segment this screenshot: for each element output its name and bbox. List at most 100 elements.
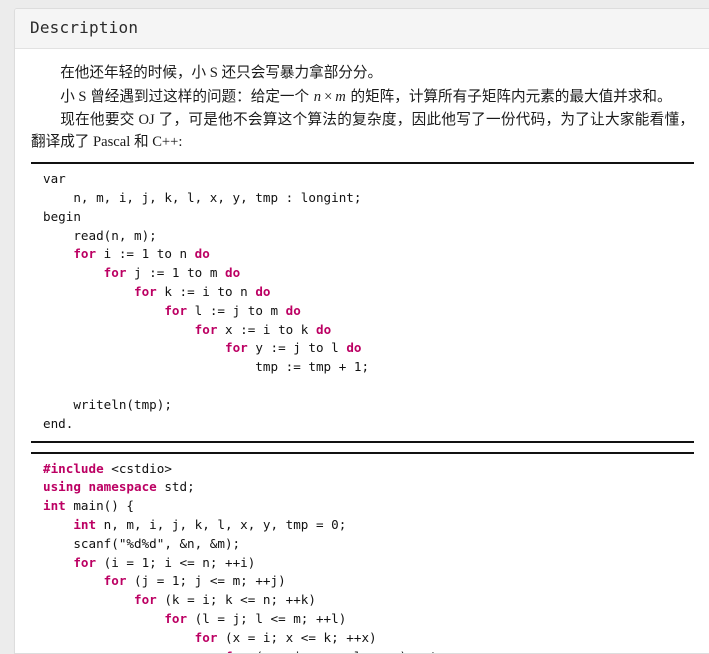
code-text — [43, 592, 134, 607]
code-line: n, m, i, j, k, l, x, y, tmp : longint; — [43, 190, 361, 205]
code-keyword: do — [195, 246, 210, 261]
code-text — [43, 555, 73, 570]
code-text — [43, 611, 164, 626]
text-run: 现在他要交 OJ 了，可是他不会算这个算法的复杂度，因此他写了一份代码，为了让大… — [31, 112, 694, 149]
code-line: writeln(tmp); — [43, 397, 172, 412]
code-keyword: using namespace — [43, 479, 157, 494]
code-text: <cstdio> — [104, 461, 172, 476]
description-paragraph: 小 S 曾经遇到过这样的问题：给定一个 n×m 的矩阵，计算所有子矩阵内元素的最… — [31, 87, 694, 108]
description-panel: Description 在他还年轻的时候，小 S 还只会写暴力拿部分分。小 S … — [14, 8, 709, 654]
code-text: begin — [43, 209, 81, 224]
code-text — [43, 573, 104, 588]
pascal-source: var n, m, i, j, k, l, x, y, tmp : longin… — [31, 170, 694, 433]
code-line: for k := i to n do — [43, 284, 271, 299]
code-line: for (i = 1; i <= n; ++i) — [43, 555, 255, 570]
code-text: std; — [157, 479, 195, 494]
code-keyword: for — [164, 303, 187, 318]
code-keyword: do — [255, 284, 270, 299]
code-line: for (k = i; k <= n; ++k) — [43, 592, 316, 607]
code-line: for l := j to m do — [43, 303, 301, 318]
code-keyword: for — [195, 322, 218, 337]
description-paragraph: 在他还年轻的时候，小 S 还只会写暴力拿部分分。 — [31, 63, 694, 84]
code-keyword: do — [346, 340, 361, 355]
code-text — [43, 322, 195, 337]
code-line: for (j = 1; j <= m; ++j) — [43, 573, 286, 588]
code-keyword: for — [225, 649, 248, 653]
code-line: for i := 1 to n do — [43, 246, 210, 261]
math-variable: m — [334, 89, 347, 105]
description-paragraphs: 在他还年轻的时候，小 S 还只会写暴力拿部分分。小 S 曾经遇到过这样的问题：给… — [31, 63, 694, 153]
code-text: var — [43, 171, 66, 186]
code-keyword: for — [225, 340, 248, 355]
code-line: for (x = i; x <= k; ++x) — [43, 630, 377, 645]
code-text: n, m, i, j, k, l, x, y, tmp = 0; — [96, 517, 346, 532]
code-keyword: for — [134, 592, 157, 607]
code-line: for x := i to k do — [43, 322, 331, 337]
description-paragraph: 现在他要交 OJ 了，可是他不会算这个算法的复杂度，因此他写了一份代码，为了让大… — [31, 110, 694, 153]
code-text: (y = j; y <= l; ++y) ++tmp; — [248, 649, 460, 653]
code-text — [43, 517, 73, 532]
code-text — [43, 630, 195, 645]
code-line: begin — [43, 209, 81, 224]
math-operator: × — [322, 89, 334, 105]
code-text: (j = 1; j <= m; ++j) — [126, 573, 285, 588]
code-block-pascal: var n, m, i, j, k, l, x, y, tmp : longin… — [31, 162, 694, 442]
math-variable: n — [313, 89, 322, 105]
code-line: end. — [43, 416, 73, 431]
code-keyword: do — [286, 303, 301, 318]
code-text: writeln(tmp); — [43, 397, 172, 412]
code-line: for j := 1 to m do — [43, 265, 240, 280]
code-text: x := i to k — [217, 322, 316, 337]
code-text: k := i to n — [157, 284, 256, 299]
code-keyword: int — [73, 517, 96, 532]
code-text: main() { — [66, 498, 134, 513]
code-keyword: for — [73, 555, 96, 570]
code-block-cpp: #include <cstdio> using namespace std; i… — [31, 452, 694, 654]
code-line: tmp := tmp + 1; — [43, 359, 369, 374]
code-text: (l = j; l <= m; ++l) — [187, 611, 346, 626]
code-text — [43, 246, 73, 261]
text-run: 小 S 曾经遇到过这样的问题：给定一个 — [60, 89, 313, 105]
code-keyword: do — [316, 322, 331, 337]
code-line: var — [43, 171, 66, 186]
code-text — [43, 284, 134, 299]
code-text: (i = 1; i <= n; ++i) — [96, 555, 255, 570]
code-text: j := 1 to m — [126, 265, 225, 280]
code-text: end. — [43, 416, 73, 431]
code-text — [43, 649, 225, 653]
panel-heading: Description — [15, 9, 709, 49]
code-line: scanf("%d%d", &n, &m); — [43, 536, 240, 551]
code-text — [43, 303, 164, 318]
code-preprocessor: #include — [43, 461, 104, 476]
code-line: for (l = j; l <= m; ++l) — [43, 611, 346, 626]
text-run: 的矩阵，计算所有子矩阵内元素的最大值并求和。 — [347, 89, 672, 105]
code-text: i := 1 to n — [96, 246, 195, 261]
code-line: for (y = j; y <= l; ++y) ++tmp; — [43, 649, 460, 653]
code-text: scanf("%d%d", &n, &m); — [43, 536, 240, 551]
code-line: read(n, m); — [43, 228, 157, 243]
code-keyword: for — [73, 246, 96, 261]
code-text: y := j to l — [248, 340, 347, 355]
code-text: (x = i; x <= k; ++x) — [217, 630, 376, 645]
description-text: 在他还年轻的时候，小 S 还只会写暴力拿部分分。小 S 曾经遇到过这样的问题：给… — [31, 63, 694, 153]
code-text: l := j to m — [187, 303, 286, 318]
code-line: #include <cstdio> — [43, 461, 172, 476]
code-text: (k = i; k <= n; ++k) — [157, 592, 316, 607]
code-keyword: for — [164, 611, 187, 626]
code-line: int main() { — [43, 498, 134, 513]
code-text: n, m, i, j, k, l, x, y, tmp : longint; — [43, 190, 361, 205]
code-keyword: for — [195, 630, 218, 645]
code-text: tmp := tmp + 1; — [43, 359, 369, 374]
text-run: 在他还年轻的时候，小 S 还只会写暴力拿部分分。 — [60, 65, 382, 81]
page-title: Description — [30, 18, 695, 38]
code-text — [43, 340, 225, 355]
cpp-source: #include <cstdio> using namespace std; i… — [31, 460, 694, 654]
code-keyword: for — [134, 284, 157, 299]
code-keyword: do — [225, 265, 240, 280]
code-line: using namespace std; — [43, 479, 195, 494]
code-text — [43, 265, 104, 280]
code-line: int n, m, i, j, k, l, x, y, tmp = 0; — [43, 517, 346, 532]
code-keyword: for — [104, 573, 127, 588]
code-keyword: for — [104, 265, 127, 280]
panel-body: 在他还年轻的时候，小 S 还只会写暴力拿部分分。小 S 曾经遇到过这样的问题：给… — [15, 49, 709, 653]
